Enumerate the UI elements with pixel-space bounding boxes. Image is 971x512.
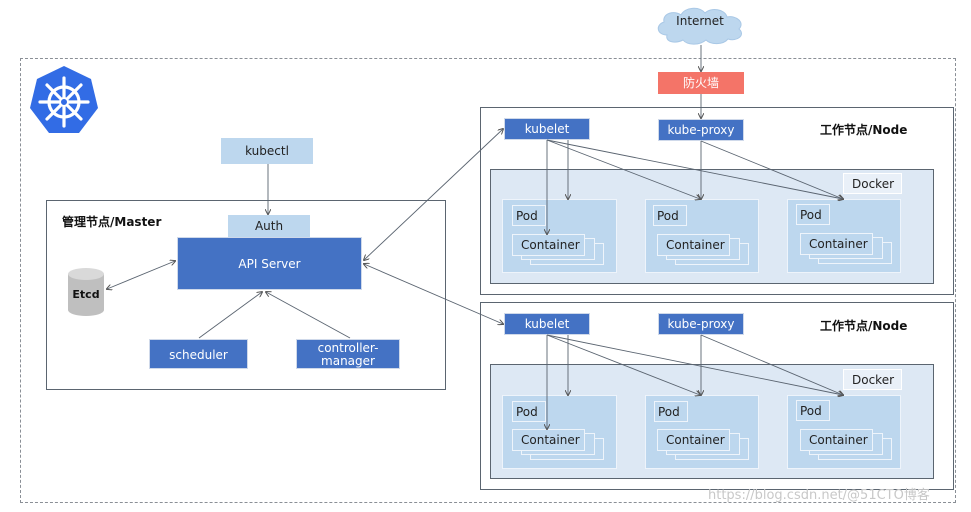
arrow-api-kubelet2 bbox=[364, 264, 503, 324]
connection-lines bbox=[0, 45, 971, 512]
arrow-scheduler-api bbox=[198, 292, 262, 339]
arrow-etcd-api bbox=[107, 261, 175, 289]
arrow-api-kubelet1 bbox=[364, 129, 503, 260]
watermark-text: https://blog.csdn.net/@51CTO博客 bbox=[708, 488, 930, 503]
arrow-controller-api bbox=[266, 292, 351, 339]
